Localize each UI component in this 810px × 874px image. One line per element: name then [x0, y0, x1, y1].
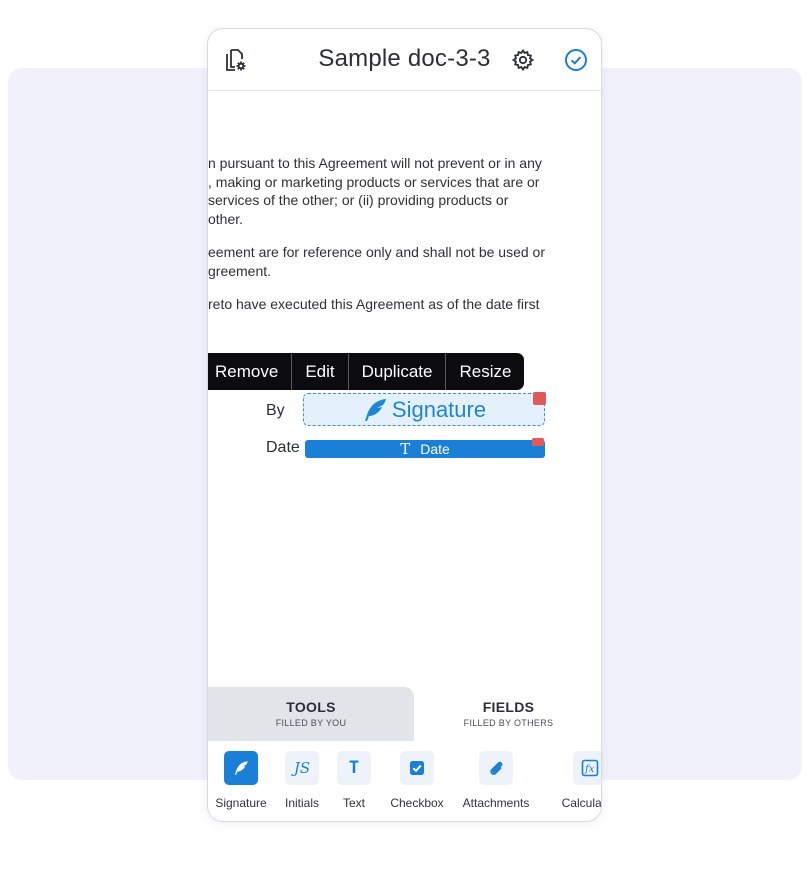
text-line: , making or marketing products or servic…	[208, 173, 540, 190]
field-toolbar: Signature JS Initials T Text Checkbox At…	[208, 741, 602, 821]
document-canvas[interactable]: n pursuant to this Agreement will not pr…	[208, 91, 601, 687]
field-context-menu: Remove Edit Duplicate Resize	[208, 353, 525, 390]
edit-button[interactable]: Edit	[292, 353, 349, 390]
app-header: Sample doc-3-3	[208, 29, 601, 91]
feather-icon	[362, 398, 388, 422]
tool-label: Signature	[215, 796, 267, 810]
tab-subtitle: FILLED BY YOU	[275, 718, 347, 728]
field-required-marker	[533, 392, 546, 405]
doc-paragraph-1: n pursuant to this Agreement will not pr…	[208, 154, 542, 228]
text-line: n pursuant to this Agreement will not pr…	[208, 155, 542, 171]
date-field-label: Date	[420, 441, 450, 457]
paperclip-icon	[479, 751, 513, 785]
checkbox-tool[interactable]: Checkbox	[382, 751, 452, 810]
remove-button[interactable]: Remove	[208, 353, 293, 390]
text-line: greement.	[208, 262, 272, 279]
tool-label: Attachments	[462, 796, 530, 810]
gear-icon[interactable]	[509, 46, 537, 74]
calculated-tool[interactable]: fx Calculated	[555, 751, 602, 810]
check-circle-icon[interactable]	[562, 46, 590, 74]
feather-icon	[224, 751, 258, 785]
signature-field-label: Signature	[391, 396, 487, 422]
tab-tools[interactable]: TOOLS FILLED BY YOU	[208, 687, 414, 741]
date-label: Date	[266, 439, 300, 456]
tab-fields[interactable]: FIELDS FILLED BY OTHERS	[414, 687, 601, 741]
tool-label: Checkbox	[390, 796, 444, 810]
field-tabs: TOOLS FILLED BY YOU FIELDS FILLED BY OTH…	[208, 687, 601, 741]
field-required-marker	[532, 438, 544, 446]
text-line: reto have executed this Agreement as of …	[208, 296, 540, 312]
initials-icon: JS	[285, 751, 319, 785]
function-icon: fx	[573, 751, 601, 785]
tool-label: Text	[342, 796, 365, 810]
tab-subtitle: FILLED BY OTHERS	[463, 718, 554, 728]
by-label: By	[266, 402, 285, 419]
signature-tool[interactable]: Signature	[208, 751, 276, 810]
text-tool[interactable]: T Text	[319, 751, 389, 810]
text-line: services of the other; or (ii) providing…	[208, 192, 509, 208]
resize-button[interactable]: Resize	[446, 353, 524, 390]
tool-label: Calculated	[561, 796, 602, 810]
document-title: Sample doc-3-3	[318, 45, 491, 72]
duplicate-button[interactable]: Duplicate	[349, 353, 447, 390]
tab-title: FIELDS	[482, 699, 535, 715]
checkbox-icon	[400, 751, 434, 785]
doc-paragraph-2: eement are for reference only and shall …	[208, 243, 545, 280]
doc-paragraph-3: reto have executed this Agreement as of …	[208, 295, 540, 314]
text-icon: T	[400, 440, 411, 458]
date-field[interactable]: T Date	[305, 440, 545, 458]
svg-text:fx: fx	[584, 764, 595, 775]
signature-field[interactable]: Signature	[303, 393, 545, 426]
text-line: eement are for reference only and shall …	[208, 244, 545, 260]
tab-title: TOOLS	[286, 699, 336, 715]
text-icon: T	[337, 751, 371, 785]
text-line: other.	[208, 210, 244, 227]
phone-frame: Sample doc-3-3 n pursuant to this Agreem…	[207, 28, 602, 822]
attachments-tool[interactable]: Attachments	[461, 751, 531, 810]
